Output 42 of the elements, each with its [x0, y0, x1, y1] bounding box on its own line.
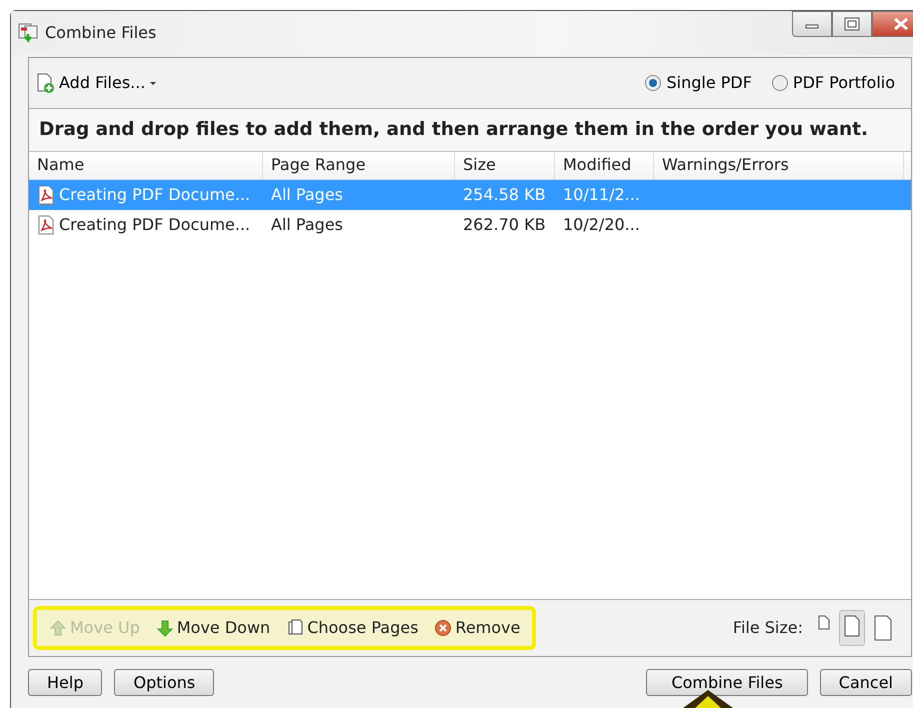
dialog-button[interactable]: Combine Files	[646, 669, 808, 696]
column-header[interactable]: Page Range	[263, 152, 455, 179]
column-header[interactable]: Modified	[555, 152, 654, 179]
toolbar-button[interactable]: Remove	[434, 616, 520, 640]
toolbar-button[interactable]: Move Down	[156, 616, 270, 640]
add-file-icon	[35, 72, 57, 94]
table-cell-text: Creating PDF Docume...	[59, 184, 250, 206]
file-size-label: File Size:	[732, 617, 803, 639]
table-cell-text: Creating PDF Docume...	[59, 214, 250, 236]
minimize-button[interactable]	[792, 11, 832, 37]
table-cell-text: All Pages	[270, 214, 344, 236]
maximize-button[interactable]	[832, 11, 872, 37]
dialog-button[interactable]: Help	[28, 669, 102, 696]
radio-option[interactable]: Single PDF	[645, 71, 752, 95]
maximize-icon	[844, 17, 860, 31]
pages-icon	[286, 619, 304, 637]
app-icon	[17, 22, 39, 44]
close-icon	[893, 17, 909, 31]
page-size-icon[interactable]	[839, 610, 865, 646]
table-cell-text: 10/11/2...	[562, 184, 641, 206]
add-files-button[interactable]: Add Files...	[33, 69, 162, 97]
window-title: Combine Files	[45, 22, 156, 44]
table-cell-text: All Pages	[270, 184, 344, 206]
dialog-button[interactable]: Options	[114, 669, 214, 696]
toolbar-button[interactable]: Choose Pages	[286, 616, 418, 640]
column-header[interactable]: Warnings/Errors	[654, 152, 904, 179]
table-cell-text: 262.70 KB	[462, 214, 547, 236]
arrow-annotation-icon	[683, 690, 733, 708]
pdf-file-icon	[37, 184, 55, 205]
remove-icon	[434, 619, 452, 637]
table-cell-text: 10/2/20...	[562, 214, 641, 236]
file-row[interactable]: Creating PDF Docume... All Pages 262.70 KB 10/2/20...	[29, 210, 911, 240]
instruction-text: Drag and drop files to add them, and then arrange them in the order you want.	[29, 108, 911, 151]
radio-option[interactable]: PDF Portfolio	[772, 71, 895, 95]
up-arrow-icon	[49, 619, 67, 637]
close-button[interactable]	[872, 11, 913, 37]
column-header[interactable]: Size	[455, 152, 555, 179]
pdf-file-icon	[37, 214, 55, 235]
column-header[interactable]: Name	[29, 152, 263, 179]
table-cell-text: 254.58 KB	[462, 184, 547, 206]
dialog-button[interactable]: Cancel	[820, 669, 912, 696]
down-arrow-icon	[156, 619, 174, 637]
